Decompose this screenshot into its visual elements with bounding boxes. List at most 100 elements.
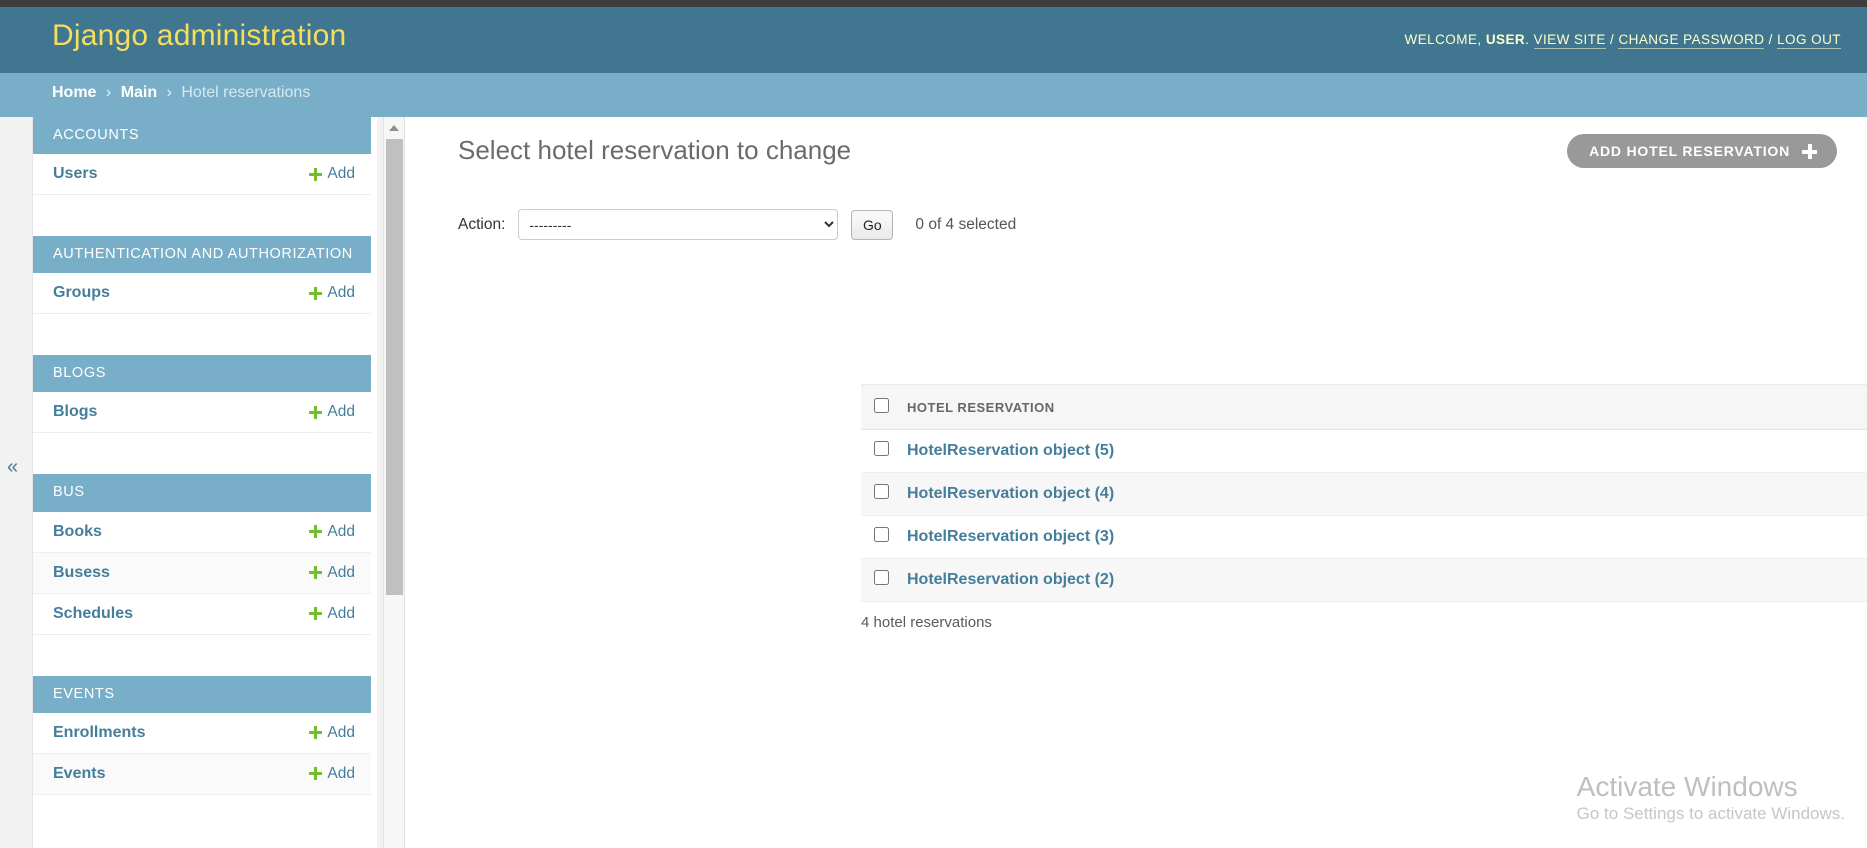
nav-module: ACCOUNTS Users Add <box>33 117 371 196</box>
breadcrumb-app[interactable]: Main <box>121 84 157 101</box>
nav-module-spacer <box>33 634 377 676</box>
add-link-label: Add <box>327 284 355 302</box>
row-select-checkbox[interactable] <box>874 484 889 499</box>
column-header-hotel-reservation[interactable]: HOTEL RESERVATION <box>907 384 1867 430</box>
nav-module-caption[interactable]: EVENTS <box>33 675 371 713</box>
sidebar-item-schedules[interactable]: Schedules Add <box>33 593 371 635</box>
sidebar-item-label[interactable]: Blogs <box>53 403 97 421</box>
sidebar-item-users[interactable]: Users Add <box>33 154 371 196</box>
activate-windows-watermark: Activate Windows Go to Settings to activ… <box>1577 769 1845 824</box>
add-link-label: Add <box>327 764 355 782</box>
scroll-up-arrow-icon[interactable] <box>384 117 404 137</box>
sidebar-item-label[interactable]: Books <box>53 523 102 541</box>
plus-icon <box>309 726 323 740</box>
row-object-link[interactable]: HotelReservation object (4) <box>907 485 1114 502</box>
sidebar-scrollbar[interactable] <box>383 117 404 848</box>
view-site-link[interactable]: VIEW SITE <box>1533 32 1606 49</box>
results-list: HOTEL RESERVATION HotelReservation objec… <box>861 384 1867 602</box>
selection-counter: 0 of 4 selected <box>915 215 1017 233</box>
add-link-busess[interactable]: Add <box>309 564 355 582</box>
row-select-cell <box>861 472 907 516</box>
sidebar-item-busess[interactable]: Busess Add <box>33 552 371 594</box>
row-select-checkbox[interactable] <box>874 441 889 456</box>
nav-module-caption[interactable]: BUS <box>33 474 371 512</box>
row-object-link[interactable]: HotelReservation object (3) <box>907 528 1114 545</box>
sidebar-item-label[interactable]: Busess <box>53 564 110 582</box>
change-password-link[interactable]: CHANGE PASSWORD <box>1618 32 1765 49</box>
welcome-text: WELCOME, <box>1404 32 1482 47</box>
sidebar-item-groups[interactable]: Groups Add <box>33 273 371 315</box>
row-object-link[interactable]: HotelReservation object (5) <box>907 442 1114 459</box>
add-link-schedules[interactable]: Add <box>309 605 355 623</box>
sidebar-item-blogs[interactable]: Blogs Add <box>33 392 371 434</box>
sidebar-collapse-icon[interactable]: « <box>7 457 18 477</box>
plus-icon <box>309 607 323 620</box>
scrollbar-thumb[interactable] <box>386 139 403 595</box>
sidebar-item-label[interactable]: Events <box>53 765 105 783</box>
sidebar: « ACCOUNTS Users Add AUTHENTICATION AND AUT… <box>0 117 405 848</box>
table-head: HOTEL RESERVATION <box>861 384 1867 430</box>
add-link-label: Add <box>327 563 355 581</box>
select-all-header <box>861 384 907 430</box>
table-row[interactable]: HotelReservation object (3) <box>861 515 1867 559</box>
add-link-blogs[interactable]: Add <box>309 403 355 421</box>
watermark-subtitle: Go to Settings to activate Windows. <box>1576 804 1845 823</box>
add-button-label: ADD HOTEL RESERVATION <box>1589 143 1790 159</box>
breadcrumb: Home › Main › Hotel reservations <box>0 73 1867 117</box>
add-link-events[interactable]: Add <box>309 765 355 783</box>
user-tools: WELCOME, USER. VIEW SITE / CHANGE PASSWO… <box>1404 32 1841 49</box>
add-link-label: Add <box>327 604 355 622</box>
go-button[interactable]: Go <box>851 209 894 240</box>
browser-chrome-strip <box>0 0 1867 7</box>
row-select-checkbox[interactable] <box>874 570 889 585</box>
site-title: Django administration <box>52 19 347 52</box>
add-link-groups[interactable]: Add <box>309 284 355 302</box>
results-table: HOTEL RESERVATION HotelReservation objec… <box>861 384 1867 602</box>
page-title: Select hotel reservation to change <box>458 135 852 165</box>
row-select-checkbox[interactable] <box>874 527 889 542</box>
sidebar-item-label[interactable]: Schedules <box>53 605 133 623</box>
log-out-link[interactable]: LOG OUT <box>1777 32 1841 49</box>
add-link-books[interactable]: Add <box>309 523 355 541</box>
watermark-title: Activate Windows <box>1576 771 1798 802</box>
add-link-label: Add <box>327 403 355 421</box>
main-region: « ACCOUNTS Users Add AUTHENTICATION AND AUT… <box>0 117 1867 848</box>
plus-icon <box>309 405 323 419</box>
table-body: HotelReservation object (5) HotelReservat… <box>861 429 1867 602</box>
site-header: Django administration WELCOME, USER. VIE… <box>0 7 1867 73</box>
plus-icon <box>309 286 323 300</box>
sidebar-item-enrollments[interactable]: Enrollments Add <box>33 712 371 754</box>
sidebar-item-events[interactable]: Events Add <box>33 753 371 795</box>
table-row[interactable]: HotelReservation object (5) <box>861 429 1867 473</box>
nav-module-caption[interactable]: BLOGS <box>33 355 371 393</box>
nav-module-caption[interactable]: ACCOUNTS <box>33 117 371 155</box>
link-separator-2: / <box>1768 32 1773 47</box>
table-row[interactable]: HotelReservation object (2) <box>861 558 1867 602</box>
plus-icon <box>1802 143 1817 159</box>
nav-module-spacer <box>33 314 377 356</box>
nav-module-spacer <box>33 433 377 475</box>
add-link-enrollments[interactable]: Add <box>309 724 355 742</box>
row-select-cell <box>861 558 907 602</box>
add-link-users[interactable]: Add <box>309 165 355 183</box>
select-all-checkbox[interactable] <box>874 398 889 413</box>
nav-module-caption[interactable]: AUTHENTICATION AND AUTHORIZATION <box>33 236 371 274</box>
table-row[interactable]: HotelReservation object (4) <box>861 472 1867 516</box>
add-link-label: Add <box>327 522 355 540</box>
sidebar-item-label[interactable]: Groups <box>53 284 110 302</box>
sidebar-item-books[interactable]: Books Add <box>33 511 371 553</box>
row-object-cell: HotelReservation object (4) <box>907 472 1867 516</box>
sidebar-nav: ACCOUNTS Users Add AUTHENTICATION AND AUTHO… <box>32 117 377 848</box>
username-label: USER <box>1485 32 1526 47</box>
action-bar: Action: --------- Go 0 of 4 selected <box>458 209 1016 240</box>
breadcrumb-separator-1: › <box>105 84 112 101</box>
nav-module: BLOGS Blogs Add <box>33 355 371 434</box>
sidebar-item-label[interactable]: Enrollments <box>53 724 145 742</box>
row-object-link[interactable]: HotelReservation object (2) <box>907 571 1114 588</box>
nav-module-spacer <box>33 195 377 237</box>
sidebar-item-label[interactable]: Users <box>53 165 97 183</box>
action-select[interactable]: --------- <box>518 209 839 240</box>
breadcrumb-separator-2: › <box>166 84 172 101</box>
add-hotel-reservation-button[interactable]: ADD HOTEL RESERVATION <box>1567 134 1837 168</box>
breadcrumb-home[interactable]: Home <box>52 84 96 101</box>
